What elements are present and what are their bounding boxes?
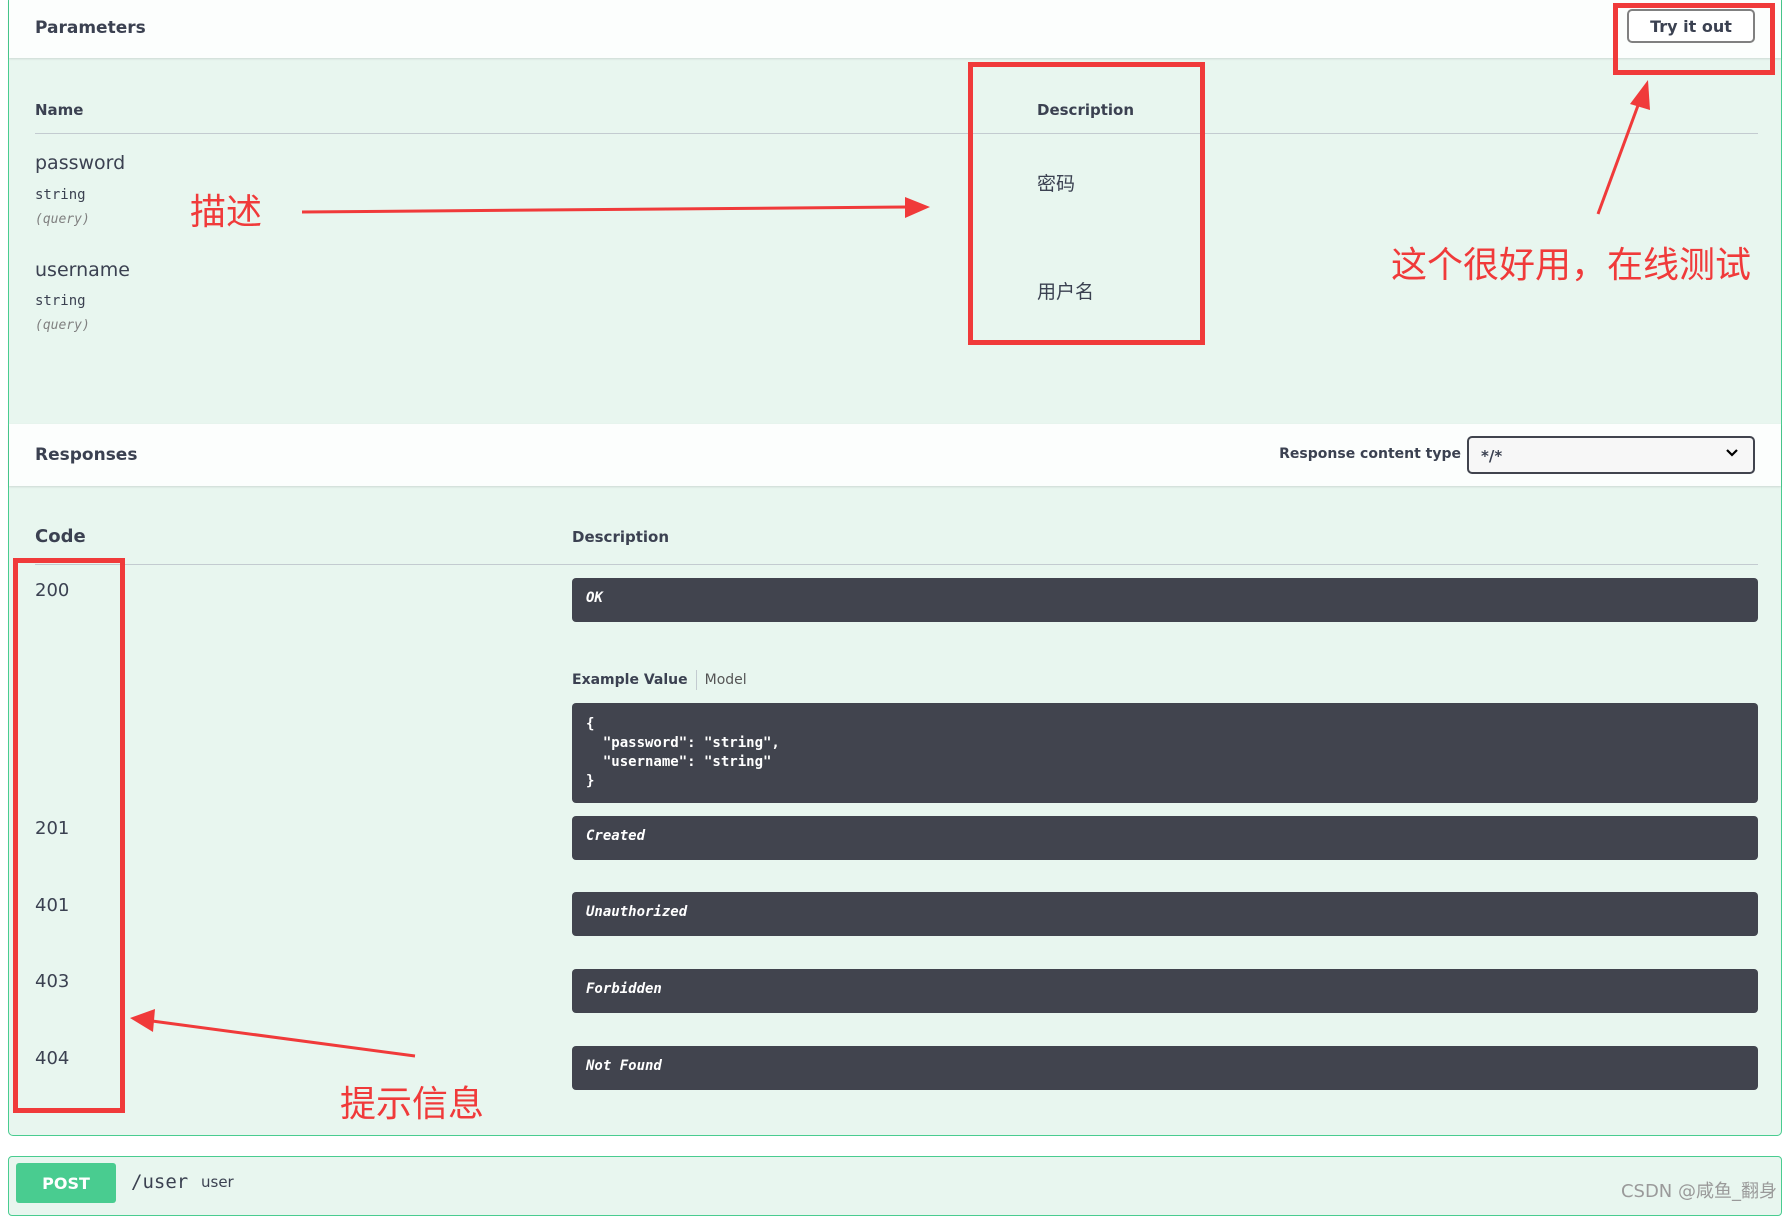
operation-summary: user: [201, 1173, 234, 1191]
operation-body: Parameters Try it out Name Description p…: [8, 0, 1782, 1136]
operation-path: /user: [131, 1171, 189, 1193]
response-description: Not Found: [572, 1046, 1758, 1090]
param-header-divider: [35, 133, 1758, 134]
post-method-badge: POST: [16, 1163, 116, 1203]
param-location: (query): [35, 318, 90, 333]
selected-content-type: */*: [1481, 447, 1503, 465]
annotation-box-codes: [13, 558, 125, 1113]
response-content-type-label: Response content type: [1279, 446, 1461, 462]
responses-header: Responses Response content type */*: [9, 424, 1781, 486]
watermark: CSDN @咸鱼_翻身: [1620, 1181, 1777, 1202]
annotation-box-try-it-out: [1613, 3, 1775, 75]
chevron-down-icon: [1726, 449, 1738, 457]
annotation-box-description: [968, 62, 1205, 345]
param-type: string: [35, 187, 86, 203]
param-name-column-header: Name: [35, 101, 84, 119]
param-name: password: [35, 152, 126, 174]
param-location: (query): [35, 212, 90, 227]
response-description: OK: [572, 578, 1758, 622]
parameters-title: Parameters: [35, 18, 146, 38]
annotation-describe: 描述: [190, 192, 263, 233]
tab-model[interactable]: Model: [705, 672, 747, 688]
example-model-tabs: Example Value Model: [572, 670, 747, 690]
param-type: string: [35, 293, 86, 309]
tab-example-value[interactable]: Example Value: [572, 672, 688, 688]
response-description: Unauthorized: [572, 892, 1758, 936]
operation-summary-post-user[interactable]: POST /user user: [8, 1156, 1782, 1216]
tab-divider: [695, 670, 697, 690]
response-code-column-header: Code: [35, 526, 86, 547]
example-value-code: { "password": "string", "username": "str…: [572, 703, 1758, 803]
annotation-hint: 提示信息: [340, 1084, 485, 1125]
responses-title: Responses: [35, 445, 138, 465]
response-description: Forbidden: [572, 969, 1758, 1013]
response-header-divider: [35, 564, 1758, 565]
parameters-header: Parameters Try it out: [9, 0, 1781, 58]
annotation-try-tip: 这个很好用，在线测试: [1391, 245, 1752, 286]
response-description: Created: [572, 816, 1758, 860]
response-description-column-header: Description: [572, 528, 670, 546]
response-content-type-select[interactable]: */*: [1467, 436, 1755, 474]
param-name: username: [35, 259, 130, 281]
